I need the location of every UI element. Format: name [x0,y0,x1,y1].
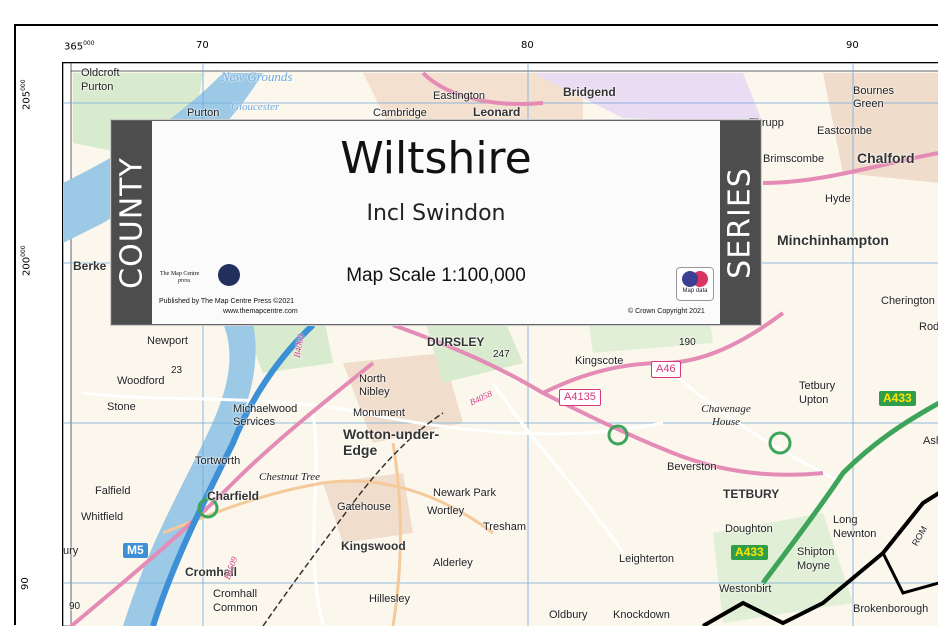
place-leonard: Leonard [473,105,521,119]
place-wortley: Wortley [427,505,465,517]
place-alderley: Alderley [433,557,473,569]
place-ury: ury [63,545,79,557]
place-cambridge: Cambridge [373,107,427,119]
place-stone: Stone [107,401,136,413]
road-a433-bottom: A433 [731,545,768,560]
place-brokenborough: Brokenborough [853,603,929,615]
place-oldbury: Oldbury [549,609,588,621]
place-monument: Monument [353,407,405,419]
road-a433-top: A433 [879,391,916,406]
neatline-left [14,24,16,625]
press-name-line2: press [178,278,191,284]
easting-label-80: 80 [521,40,534,51]
place-leighterton: Leighterton [619,553,675,565]
place-chavenage: Chavenage House [701,403,751,428]
place-charfield: Charfield [207,489,260,503]
place-kingswood: Kingswood [341,539,406,553]
map-subtitle: Incl Swindon [366,201,506,226]
map-scale: Map Scale 1:100,000 [346,265,526,286]
spot-height-23: 23 [171,365,183,376]
place-newark-park: Newark Park [433,487,496,499]
place-north-nibley: North Nibley [359,373,390,398]
spot-height-247: 247 [493,349,510,360]
place-brimscombe: Brimscombe [763,153,825,165]
place-falfield: Falfield [95,485,131,497]
place-michaelwood: Michaelwood Services [233,403,298,428]
place-long-newnton: Long Newnton [833,514,877,540]
place-knockdown: Knockdown [613,609,670,621]
place-ash: Ash [923,435,938,447]
spot-height-90: 90 [69,601,81,612]
published-by: Published by The Map Centre Press ©2021 [159,298,294,305]
northing-label-90: 90 [20,577,31,590]
place-shipton-moyne: Shipton Moyne [797,546,835,572]
easting-label-90: 90 [846,40,859,51]
place-tortworth: Tortworth [195,455,241,467]
place-oldcroft: Oldcroft [81,67,120,79]
place-eastington: Eastington [433,90,485,102]
map-title: Wiltshire [340,133,532,184]
northing-label-200: 200000 [20,245,33,276]
press-logo-text: The Map Centre press [160,271,199,285]
place-cherington: Cherington [881,295,935,307]
place-hyde: Hyde [825,193,851,205]
spot-height-190: 190 [679,337,696,348]
place-tetbury: TETBURY [723,487,780,501]
os-logo-caption: Map data [682,288,708,294]
road-a46: A46 [651,361,681,378]
os-logo: Map data [676,267,714,301]
place-tresham: Tresham [483,521,526,533]
place-wotton: Wotton-under-Edge [343,426,440,458]
title-card: COUNTY SERIES Wiltshire Incl Swindon Map… [111,120,761,325]
place-newport: Newport [147,335,188,347]
place-cromhall-common: Cromhall Common [213,588,258,614]
place-hillesley: Hillesley [369,593,410,605]
place-minchinhampton: Minchinhampton [777,232,889,248]
place-kingscote: Kingscote [575,355,624,367]
place-chalford: Chalford [857,150,915,166]
place-new-grounds: New Grounds [221,69,293,84]
place-doughton: Doughton [725,523,773,535]
place-purton: Purton [187,107,220,119]
place-rod: Rod [919,321,938,333]
place-tetbury-upton: Tetbury Upton [799,380,836,406]
globe-icon [218,264,240,286]
website-link[interactable]: www.themapcentre.com [223,308,298,315]
crown-copyright: © Crown Copyright 2021 [628,308,705,315]
place-beverston: Beverston [667,461,717,473]
place-westonbirt: Westonbirt [719,583,772,595]
easting-label-70: 70 [196,40,209,51]
place-whitfield: Whitfield [81,511,124,523]
place-dursley: DURSLEY [427,335,485,349]
os-logo-circle-blue [682,271,698,287]
place-chestnut-tree: Chestnut Tree [259,471,321,483]
place-bridgend: Bridgend [563,85,616,99]
easting-label-365: 365000 [64,40,95,53]
place-eastcombe: Eastcombe [817,125,873,137]
place-bournes-green: Bournes Green [853,85,894,110]
map-sheet: 365000 70 80 90 205000 200000 90 Oldcrof… [0,0,938,626]
place-purton-top: Purton [81,81,114,93]
road-a4135: A4135 [559,389,601,406]
press-name-line1: The Map Centre [160,271,200,277]
northing-label-205: 205000 [20,79,33,110]
road-m5: M5 [123,543,148,558]
place-gloucester: Gloucester [231,101,280,113]
place-woodford: Woodford [117,375,165,387]
place-berkeley: Berke [73,259,107,273]
neatline-top [14,24,938,26]
place-gatehouse: Gatehouse [337,501,391,513]
